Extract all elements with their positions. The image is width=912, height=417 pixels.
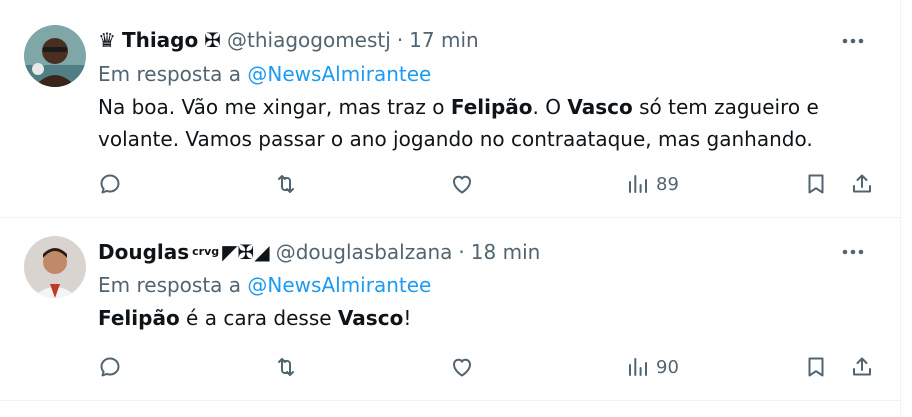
like-button[interactable] bbox=[450, 352, 474, 382]
reply-prefix: Em resposta a bbox=[98, 273, 242, 297]
retweet-icon bbox=[278, 175, 294, 193]
tweet-text: Felipão é a cara desse Vasco! bbox=[98, 302, 868, 334]
mention-link[interactable]: @NewsAlmirantee bbox=[247, 273, 431, 297]
share-button[interactable] bbox=[850, 352, 874, 382]
tweet-header: ♛ Thiago ✠ @thiagogomestj · 17 min bbox=[98, 25, 479, 55]
retweet-button[interactable] bbox=[274, 169, 298, 199]
tweet-header: Douglas crvg ◤✠◢ @douglasbalzana · 18 mi… bbox=[98, 237, 540, 267]
retweet-button[interactable] bbox=[274, 352, 298, 382]
reply-button[interactable] bbox=[98, 352, 122, 382]
more-icon[interactable] bbox=[840, 31, 866, 51]
user-handle[interactable]: @thiagogomestj bbox=[227, 25, 391, 55]
tweet-douglas[interactable]: Douglas crvg ◤✠◢ @douglasbalzana · 18 mi… bbox=[0, 218, 900, 401]
share-icon bbox=[853, 174, 871, 193]
separator: · bbox=[396, 28, 404, 52]
avatar[interactable] bbox=[24, 236, 86, 298]
tweet-actions: 89 bbox=[98, 169, 884, 199]
text-segment: Na boa. Vão me xingar, mas traz o bbox=[98, 95, 451, 119]
share-button[interactable] bbox=[850, 169, 874, 199]
views-button[interactable]: 90 bbox=[626, 352, 679, 382]
name-superscript: crvg bbox=[192, 245, 220, 258]
text-bold: Felipão bbox=[450, 95, 533, 119]
cross-emblem: ◤✠◢ bbox=[222, 240, 270, 264]
reply-button[interactable] bbox=[98, 169, 122, 199]
mention-link[interactable]: @NewsAlmirantee bbox=[247, 62, 431, 86]
text-bold: Vasco bbox=[567, 95, 633, 119]
text-segment: é a cara desse bbox=[179, 306, 338, 330]
text-segment: ! bbox=[403, 306, 412, 330]
more-icon[interactable] bbox=[840, 242, 866, 262]
reply-context: Em resposta a @NewsAlmirantee bbox=[98, 270, 431, 300]
bookmark-button[interactable] bbox=[804, 169, 828, 199]
display-name[interactable]: Douglas bbox=[98, 237, 189, 267]
bookmark-icon bbox=[808, 174, 824, 194]
timestamp[interactable]: 17 min bbox=[409, 25, 479, 55]
tweet-text: Na boa. Vão me xingar, mas traz o Felipã… bbox=[98, 91, 868, 155]
column-border bbox=[900, 0, 912, 417]
reply-feed: ♛ Thiago ✠ @thiagogomestj · 17 min Em re… bbox=[0, 0, 912, 417]
share-icon bbox=[853, 357, 871, 376]
separator: · bbox=[458, 240, 465, 264]
tweet-actions: 90 bbox=[98, 352, 884, 382]
reply-icon bbox=[100, 357, 120, 377]
cross-emblem: ✠ bbox=[204, 28, 221, 52]
like-button[interactable] bbox=[450, 169, 474, 199]
text-segment: . O bbox=[532, 95, 568, 119]
like-icon bbox=[453, 175, 471, 194]
crown-icon: ♛ bbox=[98, 28, 116, 52]
bookmark-button[interactable] bbox=[804, 352, 828, 382]
text-bold: Felipão bbox=[98, 306, 180, 330]
reply-prefix: Em resposta a bbox=[98, 62, 242, 86]
avatar[interactable] bbox=[24, 25, 86, 87]
user-handle[interactable]: @douglasbalzana bbox=[276, 237, 453, 267]
bookmark-icon bbox=[808, 357, 824, 377]
display-name[interactable]: Thiago bbox=[122, 25, 198, 55]
retweet-icon bbox=[278, 358, 294, 376]
tweet-thiago[interactable]: ♛ Thiago ✠ @thiagogomestj · 17 min Em re… bbox=[0, 0, 900, 218]
reply-icon bbox=[100, 174, 120, 194]
text-bold: Vasco bbox=[337, 306, 404, 330]
views-count: 90 bbox=[656, 356, 679, 378]
reply-context: Em resposta a @NewsAlmirantee bbox=[98, 59, 431, 89]
views-count: 89 bbox=[656, 173, 679, 195]
views-icon bbox=[629, 358, 647, 376]
like-icon bbox=[453, 358, 471, 377]
views-button[interactable]: 89 bbox=[626, 169, 679, 199]
timestamp[interactable]: 18 min bbox=[471, 237, 541, 267]
views-icon bbox=[629, 175, 647, 193]
